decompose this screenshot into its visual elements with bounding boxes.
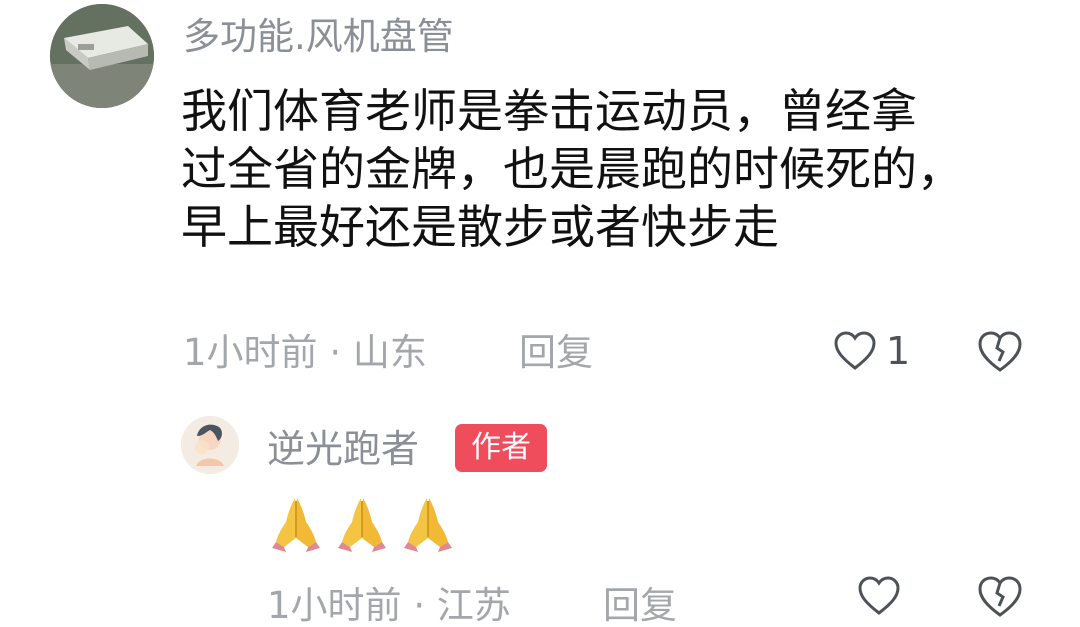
heart-outline-icon	[856, 575, 902, 617]
comment-meta: 1小时前 · 江苏 回复	[267, 584, 677, 627]
username[interactable]: 逆光跑者	[267, 430, 419, 468]
folded-hands-emoji	[268, 493, 324, 553]
reply-button[interactable]: 回复	[603, 587, 677, 624]
folded-hands-emoji	[334, 493, 390, 553]
author-badge: 作者	[455, 424, 547, 472]
dislike-button[interactable]	[975, 575, 1025, 619]
broken-heart-icon	[978, 576, 1022, 617]
avatar-image-icon	[181, 416, 239, 474]
meta-dot: ·	[413, 584, 437, 627]
avatar[interactable]	[181, 416, 239, 474]
folded-hands-emoji	[400, 493, 456, 553]
like-button[interactable]	[856, 575, 902, 617]
reply-text	[268, 493, 456, 553]
comment-reply: 逆光跑者 作者 1小时前 · 江苏 回复	[0, 0, 1080, 624]
comment-location: 江苏	[436, 584, 511, 627]
comment-time: 1小时前	[267, 584, 402, 627]
